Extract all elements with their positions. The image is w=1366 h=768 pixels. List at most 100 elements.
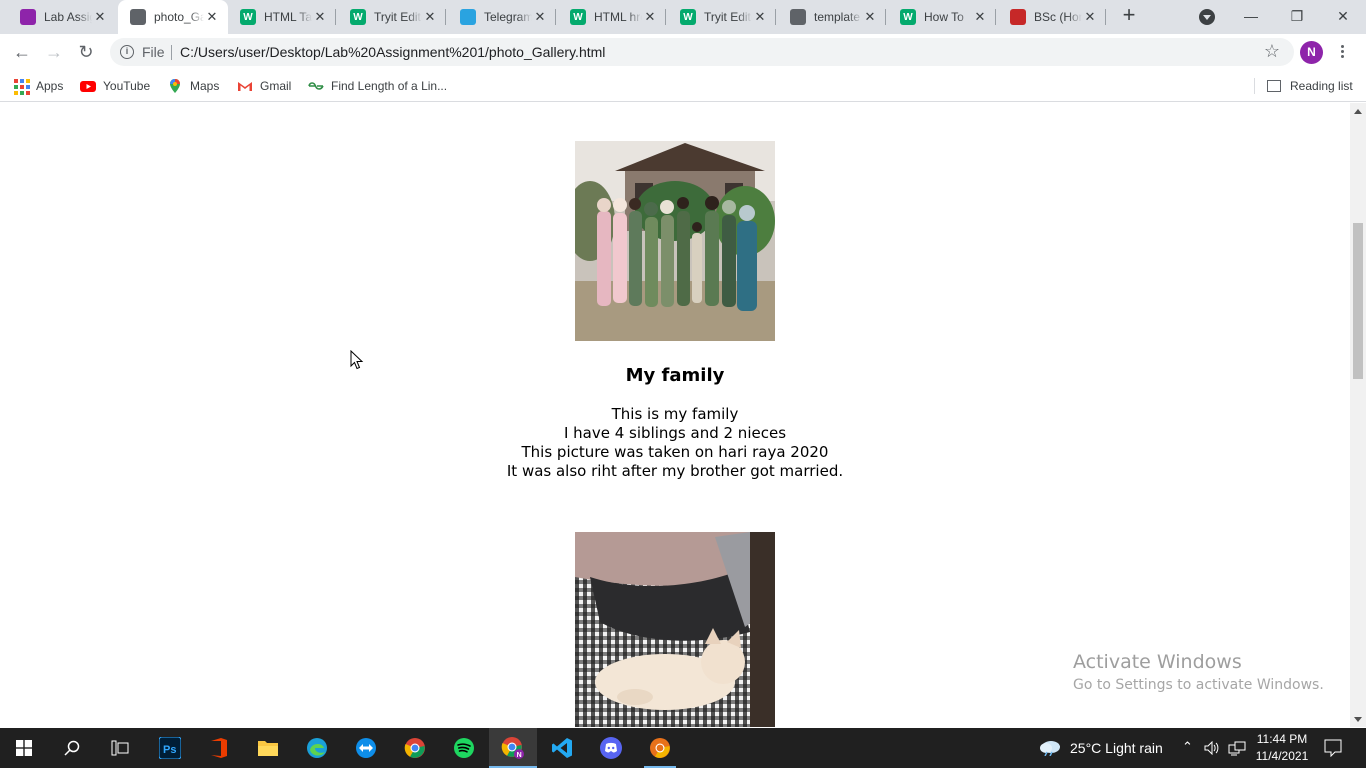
office-app[interactable] [195, 728, 243, 768]
photo-description: This is my family I have 4 siblings and … [0, 405, 1350, 481]
bookmark-find-length[interactable]: Find Length of a Lin... [308, 76, 447, 96]
tab-search-icon[interactable] [1199, 9, 1215, 25]
tab-close-icon[interactable]: ✕ [92, 9, 108, 25]
tab-separator [995, 9, 996, 25]
page-scrollbar[interactable] [1350, 103, 1366, 727]
weather-text[interactable]: 25°C Light rain [1070, 740, 1163, 756]
tab-close-icon[interactable]: ✕ [422, 9, 438, 25]
bookmark-label: Apps [36, 79, 64, 93]
notifications-icon[interactable] [1324, 739, 1342, 757]
browser-tab[interactable]: W HTML Tags✕ [228, 0, 336, 34]
browser-toolbar: ← → ↻ i File C:/Users/user/Desktop/Lab%2… [0, 34, 1366, 70]
browser-tab[interactable]: template ✕ [778, 0, 886, 34]
browser-tab[interactable]: Telegram ✕ [448, 0, 556, 34]
forward-arrow-icon[interactable]: → [42, 40, 66, 64]
tab-close-icon[interactable]: ✕ [312, 9, 328, 25]
tab-close-icon[interactable]: ✕ [204, 9, 220, 25]
chrome-canary-icon [650, 738, 670, 758]
minimize-button[interactable]: — [1228, 4, 1274, 28]
tab-separator [665, 9, 666, 25]
apps-grid-icon [13, 78, 30, 95]
tab-favicon-icon [460, 9, 476, 25]
svg-text:N: N [517, 752, 522, 759]
scroll-up-arrow-icon[interactable] [1354, 109, 1362, 114]
tab-separator [775, 9, 776, 25]
cat-photo [575, 532, 775, 727]
edge-app[interactable] [293, 728, 341, 768]
tab-separator [1105, 9, 1106, 25]
bookmark-apps[interactable]: Apps [13, 76, 63, 96]
url-text[interactable]: C:/Users/user/Desktop/Lab%20Assignment%2… [180, 44, 605, 60]
network-icon[interactable] [1228, 740, 1246, 756]
tab-close-icon[interactable]: ✕ [752, 9, 768, 25]
edge-icon [307, 738, 327, 758]
restore-button[interactable]: ❐ [1274, 4, 1320, 28]
scroll-down-arrow-icon[interactable] [1354, 717, 1362, 722]
volume-icon[interactable] [1204, 741, 1220, 755]
tab-close-icon[interactable]: ✕ [862, 9, 878, 25]
browser-tab[interactable]: photo_Gallery.html✕ [118, 0, 228, 34]
tab-separator [335, 9, 336, 25]
start-button[interactable] [0, 728, 48, 768]
chrome-profile-app[interactable]: N [489, 728, 537, 768]
tab-separator [445, 9, 446, 25]
description-line: I have 4 siblings and 2 nieces [563, 424, 787, 442]
tab-favicon-icon: W [680, 9, 696, 25]
tab-close-icon[interactable]: ✕ [642, 9, 658, 25]
maps-pin-icon [170, 79, 180, 93]
tab-close-icon[interactable]: ✕ [972, 9, 988, 25]
tab-close-icon[interactable]: ✕ [532, 9, 548, 25]
mouse-cursor-icon [350, 350, 364, 370]
bookmark-label: Gmail [260, 79, 292, 93]
close-window-button[interactable]: ✕ [1320, 4, 1366, 28]
profile-avatar[interactable]: N [1300, 41, 1323, 64]
back-arrow-icon[interactable]: ← [10, 40, 34, 64]
task-view-button[interactable] [96, 728, 144, 768]
chrome-profile-icon: N [501, 737, 524, 759]
site-info-icon[interactable]: i [120, 45, 134, 59]
bookmark-maps[interactable]: Maps [167, 76, 219, 96]
tab-close-icon[interactable]: ✕ [1082, 9, 1098, 25]
browser-tab[interactable]: W How To ✕ [888, 0, 996, 34]
tab-title: template [814, 10, 861, 24]
system-clock[interactable]: 11:44 PM 11/4/2021 [1253, 731, 1311, 765]
bookmark-star-icon[interactable]: ☆ [1264, 41, 1280, 62]
browser-tab[interactable]: W Tryit Editor✕ [668, 0, 776, 34]
browser-tab[interactable]: W HTML href✕ [558, 0, 666, 34]
vscode-app[interactable] [538, 728, 586, 768]
chrome-icon [404, 738, 425, 758]
weather-cloud-icon[interactable] [1039, 738, 1061, 756]
bookmarks-bar: Apps YouTube Maps Gmail Find Length of a… [0, 70, 1366, 102]
reading-list-button[interactable]: Reading list [1267, 76, 1353, 96]
photoshop-app[interactable]: Ps [146, 728, 194, 768]
tab-favicon-icon: W [240, 9, 256, 25]
description-line: It was also riht after my brother got ma… [506, 462, 844, 480]
teamviewer-app[interactable] [342, 728, 390, 768]
new-tab-button[interactable]: + [1118, 4, 1140, 27]
bookmark-gmail[interactable]: Gmail [237, 76, 291, 96]
clock-time: 11:44 PM [1256, 732, 1308, 746]
browser-tab[interactable]: BSc (Hons)✕ [998, 0, 1106, 34]
bookmark-youtube[interactable]: YouTube [80, 76, 150, 96]
browser-menu-icon[interactable] [1337, 43, 1347, 61]
teamviewer-icon [356, 738, 376, 758]
scrollbar-thumb[interactable] [1353, 223, 1363, 379]
tab-title: Lab Assignment [44, 10, 92, 24]
browser-tab[interactable]: W Tryit Editor✕ [338, 0, 446, 34]
search-button[interactable] [48, 728, 96, 768]
clock-date: 11/4/2021 [1255, 749, 1309, 763]
windows-logo-icon [16, 740, 32, 756]
browser-tab[interactable]: Lab Assignment✕ [8, 0, 116, 34]
address-bar[interactable]: i File C:/Users/user/Desktop/Lab%20Assig… [110, 38, 1294, 66]
chrome-app[interactable] [391, 728, 439, 768]
reload-icon[interactable]: ↻ [74, 40, 98, 64]
search-icon [64, 740, 80, 756]
discord-app[interactable] [587, 728, 635, 768]
spotify-app[interactable] [440, 728, 488, 768]
tab-favicon-icon [1010, 9, 1026, 25]
file-explorer-app[interactable] [244, 728, 292, 768]
chrome-canary-app[interactable] [636, 728, 684, 768]
office-icon [211, 738, 227, 758]
show-hidden-icons-icon[interactable]: ⌃ [1182, 739, 1193, 755]
tab-strip: Lab Assignment✕photo_Gallery.html✕WHTML … [0, 0, 1366, 34]
